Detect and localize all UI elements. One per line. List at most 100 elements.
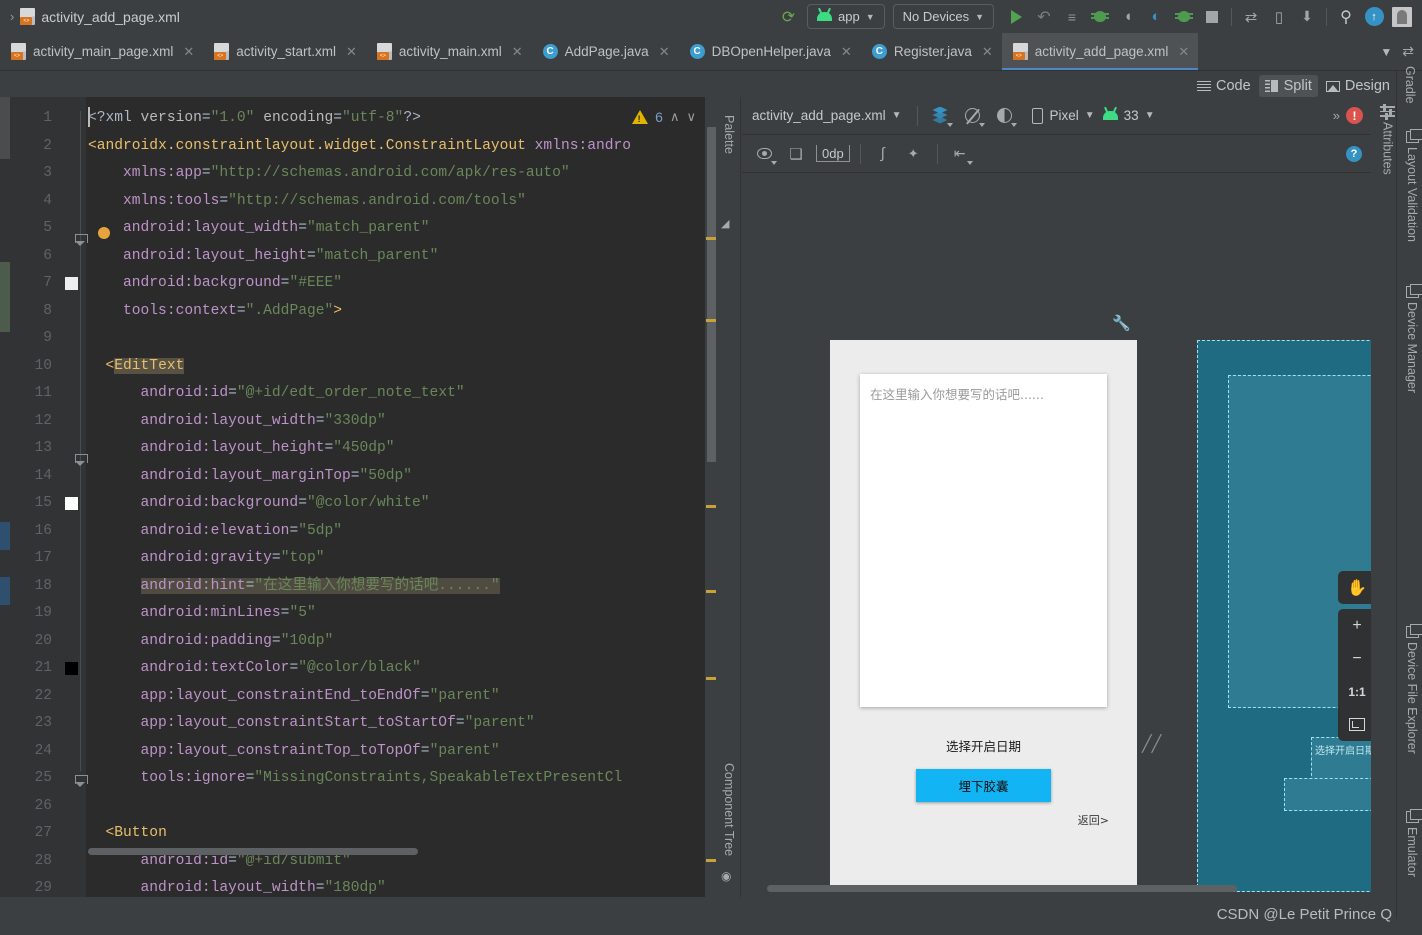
code-line[interactable]: tools:ignore="MissingConstraints,Speakab… <box>88 765 688 793</box>
preview-back-link[interactable]: 返回> <box>830 812 1109 828</box>
code-line[interactable]: android:gravity="top" <box>88 545 688 573</box>
code-line[interactable]: android:layout_width="330dp" <box>88 408 688 436</box>
color-swatch-gutter-icon[interactable] <box>65 662 78 675</box>
tab-list-chevron-down-icon[interactable]: ▼ <box>1380 45 1392 59</box>
code-line[interactable]: app:layout_constraintTop_toTopOf="parent… <box>88 738 688 766</box>
code-editor[interactable]: 1 2 3 4 5 6 7 8 9 10 11 12 13 14 15 16 17 18 19 20 21 22 23 24 2… <box>0 97 717 897</box>
zoom-actual-button[interactable]: 1:1 <box>1338 675 1371 708</box>
infer-constraints-button[interactable]: ✦ <box>899 139 931 169</box>
layout-inspector-button[interactable]: ▯ <box>1265 3 1293 31</box>
code-line[interactable]: android:layout_marginTop="50dp" <box>88 463 688 491</box>
autoconnect-button[interactable]: ❏ <box>780 139 812 169</box>
code-line[interactable]: app:layout_constraintEnd_toEndOf="parent… <box>88 683 688 711</box>
theme-button[interactable] <box>988 101 1020 131</box>
code-line[interactable]: tools:context=".AddPage"> <box>88 298 688 326</box>
device-manager-label[interactable]: Device Manager <box>1405 302 1419 393</box>
error-stripe[interactable] <box>705 97 717 897</box>
code-line[interactable]: app:layout_constraintStart_toStartOf="pa… <box>88 710 688 738</box>
upload-button[interactable]: ↑ <box>1360 3 1388 31</box>
toolbar-overflow-button[interactable]: » <box>1333 108 1346 123</box>
close-icon[interactable]: ✕ <box>982 44 993 60</box>
close-icon[interactable]: ✕ <box>346 44 357 60</box>
search-everywhere-button[interactable]: ⚲ <box>1332 3 1360 31</box>
device-config-selector[interactable]: Pixel ▼ <box>1028 107 1098 124</box>
code-line[interactable]: android:textColor="@color/black" <box>88 655 688 683</box>
tab-activity-add-page-xml[interactable]: activity_add_page.xml ✕ <box>1001 33 1199 70</box>
editor-horizontal-scrollbar[interactable] <box>88 848 688 855</box>
next-problem-chevron-down-icon[interactable]: ∨ <box>686 109 696 125</box>
color-swatch-gutter-icon[interactable] <box>65 277 78 290</box>
code-line[interactable]: android:minLines="5" <box>88 600 688 628</box>
preview-edit-text[interactable]: 在这里输入你想要写的话吧...... <box>860 374 1107 707</box>
code-text[interactable]: <?xml version="1.0" encoding="utf-8"?> <a… <box>88 105 688 897</box>
design-file-selector[interactable]: activity_add_page.xml ▼ <box>742 108 911 123</box>
tab-activity-main-xml[interactable]: activity_main.xml ✕ <box>366 33 532 70</box>
tab-register-java[interactable]: C Register.java ✕ <box>861 33 1002 70</box>
guidelines-button[interactable]: ⇤ <box>944 139 976 169</box>
debug-button[interactable] <box>1086 3 1114 31</box>
preview-submit-button[interactable]: 埋下胶囊 <box>916 769 1051 802</box>
mode-code[interactable]: Code <box>1191 75 1257 97</box>
component-tree-label[interactable]: Component Tree <box>722 763 736 856</box>
device-selector[interactable]: No Devices ▼ <box>892 4 994 29</box>
prev-problem-chevron-up-icon[interactable]: ∧ <box>670 109 680 125</box>
code-line[interactable]: android:hint="在这里输入你想要写的话吧......" <box>88 573 688 601</box>
mode-design[interactable]: Design <box>1320 75 1396 97</box>
apply-changes-button[interactable]: ≡ <box>1058 3 1086 31</box>
orientation-button[interactable] <box>956 101 988 131</box>
default-margin-button[interactable]: 0dp <box>812 139 854 169</box>
mode-split[interactable]: Split <box>1258 75 1318 97</box>
device-mirror-button[interactable]: ⇄ <box>1237 3 1265 31</box>
code-line[interactable]: android:layout_width="match_parent" <box>88 215 688 243</box>
sdk-download-button[interactable]: ⬇ <box>1293 3 1321 31</box>
run-with-coverage-button[interactable] <box>1170 3 1198 31</box>
tab-addpage-java[interactable]: C AddPage.java ✕ <box>532 33 679 70</box>
layout-validation-label[interactable]: Layout Validation <box>1405 147 1419 242</box>
code-line[interactable]: <EditText <box>88 353 688 381</box>
hammer-icon[interactable]: ⟳ <box>780 5 797 27</box>
resize-handle[interactable]: ╱╱ <box>1142 734 1161 754</box>
device-preview[interactable]: 在这里输入你想要写的话吧...... 选择开启日期 埋下胶囊 返回> <box>830 340 1137 892</box>
code-line[interactable]: android:layout_height="450dp" <box>88 435 688 463</box>
module-selector[interactable]: app ▼ <box>806 4 885 29</box>
fold-marker-edittext[interactable] <box>75 454 88 466</box>
tab-dbopenhelper-java[interactable]: C DBOpenHelper.java ✕ <box>679 33 861 70</box>
close-icon[interactable]: ✕ <box>512 44 523 60</box>
code-line[interactable]: xmlns:app="http://schemas.android.com/ap… <box>88 160 688 188</box>
rerun-button[interactable]: ↶ <box>1030 3 1058 31</box>
device-file-explorer-label[interactable]: Device File Explorer <box>1405 642 1419 754</box>
clear-constraints-button[interactable]: ∫ <box>867 139 899 169</box>
code-line[interactable]: android:id="@+id/edt_order_note_text" <box>88 380 688 408</box>
code-line[interactable]: android:layout_height="match_parent" <box>88 243 688 271</box>
close-icon[interactable]: ✕ <box>1178 44 1189 60</box>
run-button[interactable] <box>1002 3 1030 31</box>
inspection-widget[interactable]: 6 ∧ ∨ <box>628 107 700 127</box>
code-line[interactable]: android:layout_width="180dp" <box>88 875 688 897</box>
code-line[interactable]: xmlns:tools="http://schemas.android.com/… <box>88 188 688 216</box>
show-constraints-button[interactable] <box>748 139 780 169</box>
code-line[interactable]: android:elevation="5dp" <box>88 518 688 546</box>
help-badge[interactable]: ? <box>1346 145 1362 162</box>
code-line[interactable]: android:background="#EEE" <box>88 270 688 298</box>
attach-debugger-button[interactable]: ◖ <box>1114 3 1142 31</box>
code-line[interactable]: <?xml version="1.0" encoding="utf-8"?> <box>88 105 688 133</box>
code-line[interactable] <box>88 325 688 353</box>
code-line[interactable]: <androidx.constraintlayout.widget.Constr… <box>88 133 688 161</box>
code-line[interactable]: android:padding="10dp" <box>88 628 688 656</box>
zoom-fit-button[interactable] <box>1338 708 1371 741</box>
close-icon[interactable]: ✕ <box>659 44 670 60</box>
render-error-badge[interactable]: ! <box>1346 107 1363 124</box>
emulator-label[interactable]: Emulator <box>1405 827 1419 877</box>
profiler-button[interactable]: ◐ <box>1142 3 1170 31</box>
device-mirror-icon[interactable]: ⇄ <box>1402 43 1414 60</box>
fold-marker-root[interactable] <box>75 234 88 246</box>
pan-tool-button[interactable]: ✋ <box>1338 571 1371 604</box>
design-canvas[interactable]: 🔧 在这里输入你想要写的话吧...... 选择开启日期 埋下胶囊 返回> ╱╱ … <box>742 174 1371 897</box>
palette-label[interactable]: Palette <box>722 115 736 154</box>
attributes-tab[interactable]: Attributes <box>1380 104 1395 175</box>
close-icon[interactable]: ✕ <box>841 44 852 60</box>
code-line[interactable] <box>88 793 688 821</box>
gradle-label[interactable]: Gradle <box>1403 66 1417 104</box>
design-horizontal-scrollbar[interactable] <box>767 885 1345 892</box>
color-swatch-gutter-icon[interactable] <box>65 497 78 510</box>
